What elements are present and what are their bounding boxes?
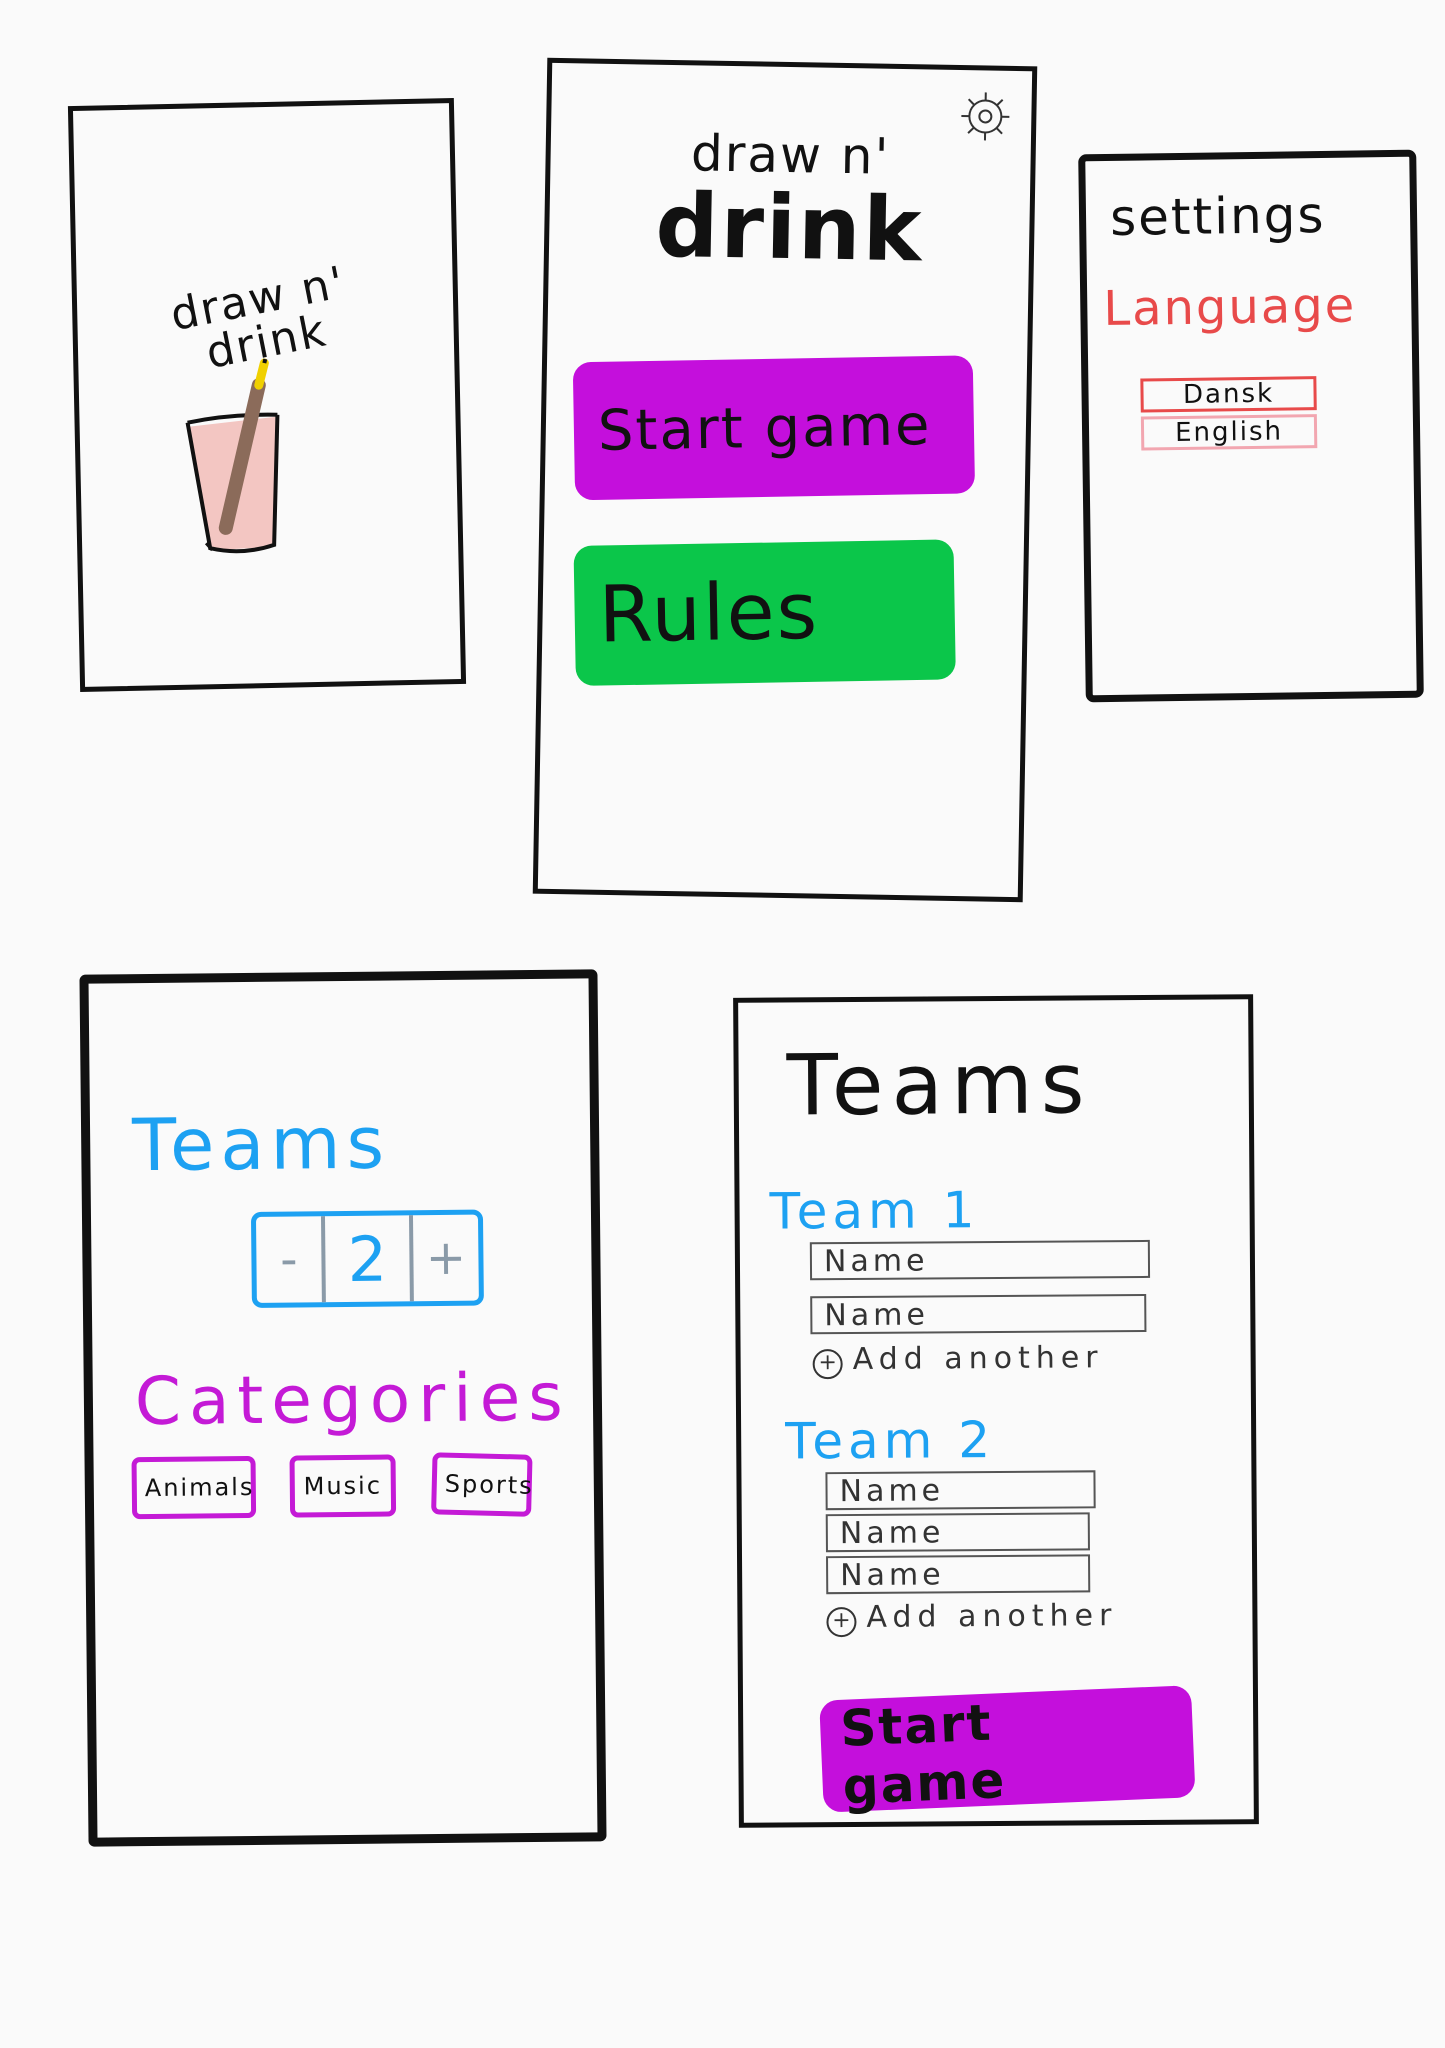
plus-circle-icon: + [826, 1606, 857, 1638]
team-2-name-field-3[interactable] [826, 1554, 1091, 1595]
team-2-name-field-1[interactable] [825, 1470, 1096, 1511]
team-1-add-another-label: Add another [852, 1340, 1104, 1377]
settings-screen: settings Language Dansk English [1078, 149, 1424, 703]
splash-screen: draw n' drink [67, 98, 467, 692]
team-1-name-field-1[interactable] [809, 1239, 1151, 1281]
team-names-screen: Teams Team 1 + Add another Team 2 + Add an… [733, 994, 1259, 1828]
team-1-add-another-button[interactable]: + Add another [812, 1340, 1104, 1380]
team-setup-screen: Teams - 2 + Categories Animals Music Spo… [79, 969, 607, 1847]
team-2-name-field-2[interactable] [825, 1512, 1090, 1553]
team-names-title: Teams [786, 1034, 1093, 1135]
language-label: Language [1102, 277, 1357, 338]
plus-circle-icon: + [812, 1349, 843, 1380]
category-sports[interactable]: Sports [431, 1452, 534, 1517]
teams-label: Teams [131, 1100, 391, 1188]
team-count-stepper: - 2 + [250, 1209, 484, 1308]
team-2-label: Team 2 [785, 1411, 996, 1471]
rules-button[interactable]: Rules [573, 539, 956, 686]
gear-icon[interactable] [957, 88, 1014, 145]
app-title-line2: drink [654, 173, 925, 281]
increment-button[interactable]: + [413, 1215, 479, 1302]
main-menu-screen: draw n' drink Start game Rules [532, 57, 1038, 903]
categories-label: Categories [134, 1358, 572, 1441]
category-animals[interactable]: Animals [131, 1455, 257, 1520]
language-option-english[interactable]: English [1140, 414, 1318, 451]
decrement-button[interactable]: - [256, 1216, 322, 1303]
category-music[interactable]: Music [289, 1454, 397, 1518]
team-2-add-another-label: Add another [866, 1598, 1118, 1635]
glass-with-pencil-icon [185, 358, 280, 554]
language-option-dansk[interactable]: Dansk [1140, 376, 1317, 413]
team-1-name-field-2[interactable] [810, 1293, 1147, 1335]
settings-title: settings [1109, 185, 1326, 247]
start-game-button-teams[interactable]: Start game [819, 1685, 1196, 1816]
app-title: draw n' drink [639, 124, 941, 281]
start-game-button[interactable]: Start game [572, 355, 976, 501]
team-1-label: Team 1 [769, 1181, 980, 1241]
team-count-value: 2 [320, 1215, 415, 1303]
team-2-add-another-button[interactable]: + Add another [826, 1598, 1118, 1638]
